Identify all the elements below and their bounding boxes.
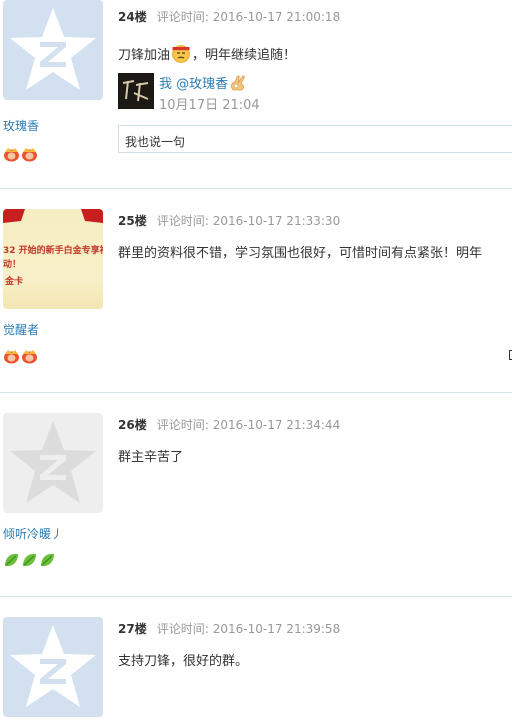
flower-badge-icon [21,146,38,162]
headband-face-emoji-icon [172,44,190,63]
floor-number: 24楼 [118,10,147,24]
avatar[interactable]: 32 开始的新手白金专享福 动！ 金卡 [3,209,103,309]
floor-number: 25楼 [118,214,147,228]
comment-meta: 27楼 评论时间: 2016-10-17 21:39:58 [118,620,340,637]
qq-default-avatar-icon [3,617,103,717]
comment-content: 群主辛苦了 [118,450,184,465]
comment-content: 支持刀锋，很好的群。 [118,654,249,669]
reply-input[interactable]: 我也说一句 [118,125,512,153]
flower-badge-icon [21,348,38,364]
user-badges [3,146,39,162]
comment-meta: 25楼 评论时间: 2016-10-17 21:33:30 [118,212,340,229]
comment-text: 刀锋加油 [118,48,171,63]
floor-number: 27楼 [118,622,147,636]
flower-badge-icon [3,146,20,162]
username-link[interactable]: 觉醒者 [3,321,39,338]
flower-badge-icon [3,348,20,364]
comment-content: 群里的资料很不错，学习氛围也很好，可惜时间有点紧张！明年 [118,246,483,261]
user-badges [3,552,57,568]
comment-time: 2016-10-17 21:34:44 [212,418,341,432]
calligraphy-thumbnail-icon [118,73,154,109]
ok-hand-emoji-icon [231,75,245,90]
promo-text: 金卡 [4,275,23,287]
reply-author-text: 我 @玫瑰香 [159,77,229,92]
comment-time-label: 评论时间: [156,10,209,24]
leaf-badge-icon [21,552,38,568]
reply-time: 10月17日 21:04 [159,98,260,113]
post-divider [0,188,512,189]
promo-image-icon: 32 开始的新手白金专享福 动！ 金卡 [3,209,103,287]
reply-author[interactable]: 我 @玫瑰香 [159,73,249,92]
qq-default-avatar-icon [3,0,103,100]
comment-time: 2016-10-17 21:33:30 [212,214,341,228]
post-divider [0,392,512,393]
comment-meta: 26楼 评论时间: 2016-10-17 21:34:44 [118,416,340,433]
avatar[interactable] [3,413,103,513]
comment-text: ，明年继续追随！ [192,48,297,63]
promo-text: 32 开始的新手白金专享福 [3,244,103,256]
comment-meta: 24楼 评论时间: 2016-10-17 21:00:18 [118,8,340,25]
user-badges [3,348,39,364]
leaf-badge-icon [39,552,56,568]
promo-text: 动！ [3,259,21,270]
comment-time-label: 评论时间: [156,622,209,636]
comment-time: 2016-10-17 21:00:18 [212,10,341,24]
comment-time-label: 评论时间: [156,214,209,228]
comment-content: 刀锋加油 ，明年继续追随！ [118,44,296,63]
qq-default-avatar-icon [3,413,103,513]
floor-number: 26楼 [118,418,147,432]
post-divider [0,596,512,597]
avatar[interactable] [3,617,103,717]
leaf-badge-icon [3,552,20,568]
username-link[interactable]: 玫瑰香 [3,117,39,134]
comment-time-label: 评论时间: [156,418,209,432]
username-link[interactable]: 倾听冷暖丿 [3,525,63,542]
comment-time: 2016-10-17 21:39:58 [212,622,341,636]
avatar[interactable] [3,0,103,100]
reply-avatar[interactable] [118,73,154,109]
